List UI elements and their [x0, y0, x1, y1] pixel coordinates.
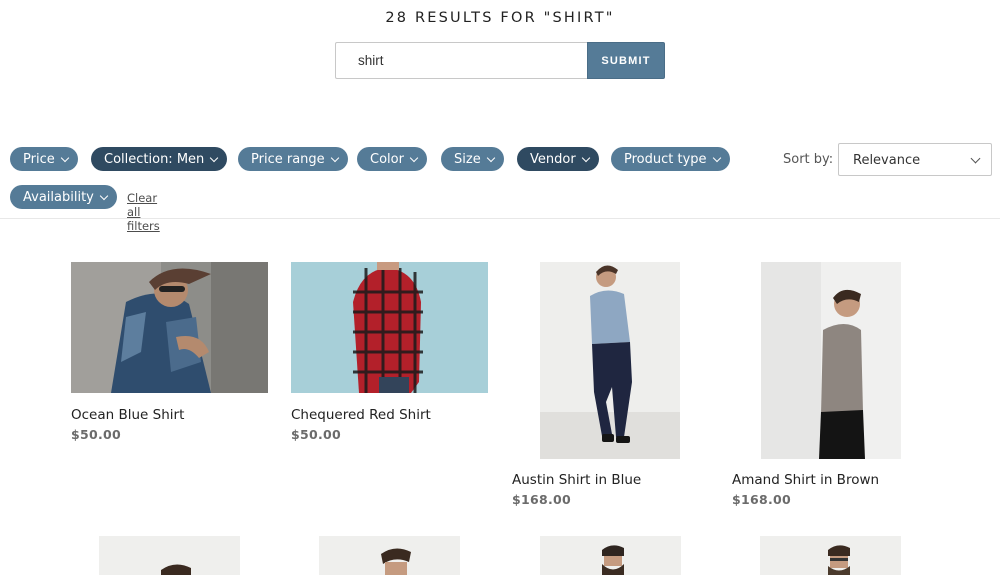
search-form: SUBMIT	[335, 42, 665, 79]
filter-label: Product type	[624, 151, 707, 167]
results-title: 28 RESULTS FOR "SHIRT"	[385, 10, 615, 26]
product-price: $50.00	[71, 427, 122, 442]
filter-label: Color	[370, 151, 404, 167]
chevron-down-icon	[970, 153, 981, 164]
filter-vendor[interactable]: Vendor	[517, 147, 599, 171]
filter-label: Availability	[23, 189, 94, 205]
sort-select[interactable]: Relevance	[838, 143, 992, 176]
chevron-down-icon	[60, 153, 69, 162]
product-price: $168.00	[732, 492, 792, 507]
product-name: Austin Shirt in Blue	[512, 472, 642, 488]
product-name: Ocean Blue Shirt	[71, 407, 185, 423]
product-image	[291, 262, 488, 393]
sort-value: Relevance	[853, 153, 921, 168]
filter-label: Vendor	[530, 151, 576, 167]
filter-size[interactable]: Size	[441, 147, 504, 171]
product-image	[71, 262, 268, 393]
filter-price[interactable]: Price	[10, 147, 78, 171]
product-image	[319, 536, 460, 575]
search-input[interactable]	[335, 42, 587, 79]
chevron-down-icon	[486, 153, 495, 162]
product-card[interactable]: Austin Shirt in Blue $168.00	[512, 262, 682, 512]
product-card[interactable]	[99, 536, 240, 575]
submit-button[interactable]: SUBMIT	[587, 42, 665, 79]
product-image	[540, 262, 680, 459]
filter-availability[interactable]: Availability	[10, 185, 117, 209]
product-name: Amand Shirt in Brown	[732, 472, 880, 488]
sort-label: Sort by:	[783, 152, 834, 167]
filter-collection[interactable]: Collection: Men	[91, 147, 228, 171]
chevron-down-icon	[409, 153, 419, 162]
product-card[interactable]	[540, 536, 681, 575]
product-image	[540, 536, 681, 575]
filter-product-type[interactable]: Product type	[611, 147, 730, 171]
product-card[interactable]	[319, 536, 460, 575]
filter-label: Price	[23, 151, 55, 167]
product-card[interactable]: Chequered Red Shirt $50.00	[291, 262, 488, 442]
product-price: $50.00	[291, 427, 342, 442]
product-card[interactable]: Ocean Blue Shirt $50.00	[71, 262, 268, 442]
clear-all-filters-link[interactable]: Clear all filters	[127, 191, 160, 233]
filter-label: Price range	[251, 151, 325, 167]
chevron-down-icon	[581, 153, 590, 162]
filter-label: Collection: Men	[104, 151, 205, 167]
chevron-down-icon	[99, 191, 109, 200]
chevron-down-icon	[712, 153, 721, 162]
product-image	[761, 262, 901, 459]
filter-price-range[interactable]: Price range	[238, 147, 348, 171]
product-card[interactable]: Amand Shirt in Brown $168.00	[732, 262, 902, 512]
product-card[interactable]	[760, 536, 901, 575]
filter-color[interactable]: Color	[357, 147, 427, 171]
filter-label: Size	[454, 151, 481, 167]
product-image	[99, 536, 240, 575]
chevron-down-icon	[330, 153, 339, 162]
divider	[0, 218, 1000, 219]
chevron-down-icon	[210, 153, 219, 162]
product-name: Chequered Red Shirt	[291, 407, 431, 423]
product-price: $168.00	[512, 492, 572, 507]
product-image	[760, 536, 901, 575]
